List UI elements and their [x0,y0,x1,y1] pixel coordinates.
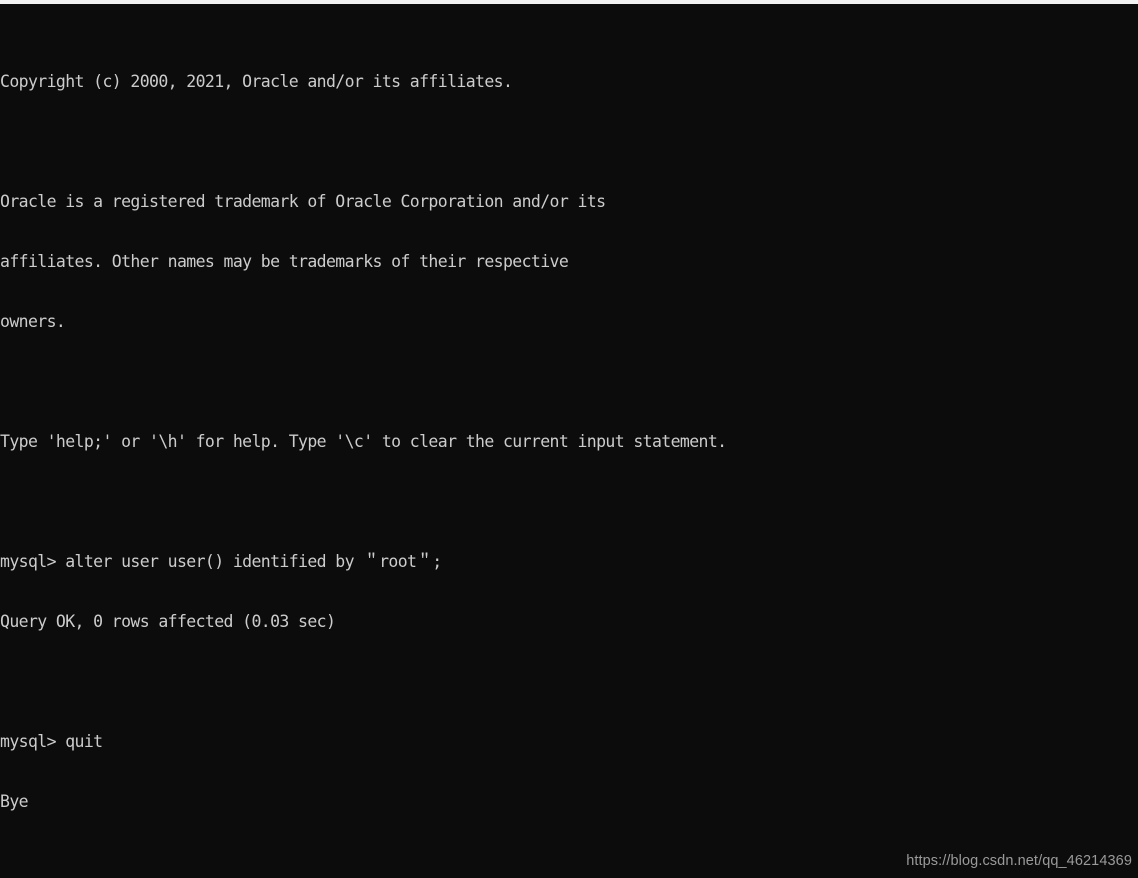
output-line-bye: Bye [0,792,29,811]
output-line-trademark-3: owners. [0,312,66,331]
terminal-output[interactable]: Copyright (c) 2000, 2021, Oracle and/or … [0,8,1138,878]
output-line-blank [0,372,1138,392]
output-line-blank [0,492,1138,512]
output-line-blank [0,132,1138,152]
output-line-query-ok: Query OK, 0 rows affected (0.03 sec) [0,612,336,631]
command-line-quit: mysql> quit [0,732,103,751]
output-line-help-1: Type 'help;' or '\h' for help. Type '\c'… [0,432,727,451]
command-prompt-window[interactable]: Copyright (c) 2000, 2021, Oracle and/or … [0,0,1138,878]
output-line-trademark-2: affiliates. Other names may be trademark… [0,252,569,271]
output-line-trademark-1: Oracle is a registered trademark of Orac… [0,192,606,211]
command-line-alter-user: mysql> alter user user() identified by ＂… [0,552,442,571]
output-line-blank [0,672,1138,692]
output-line-copyright-1: Copyright (c) 2000, 2021, Oracle and/or … [0,72,513,91]
watermark-url: https://blog.csdn.net/qq_46214369 [906,853,1132,869]
